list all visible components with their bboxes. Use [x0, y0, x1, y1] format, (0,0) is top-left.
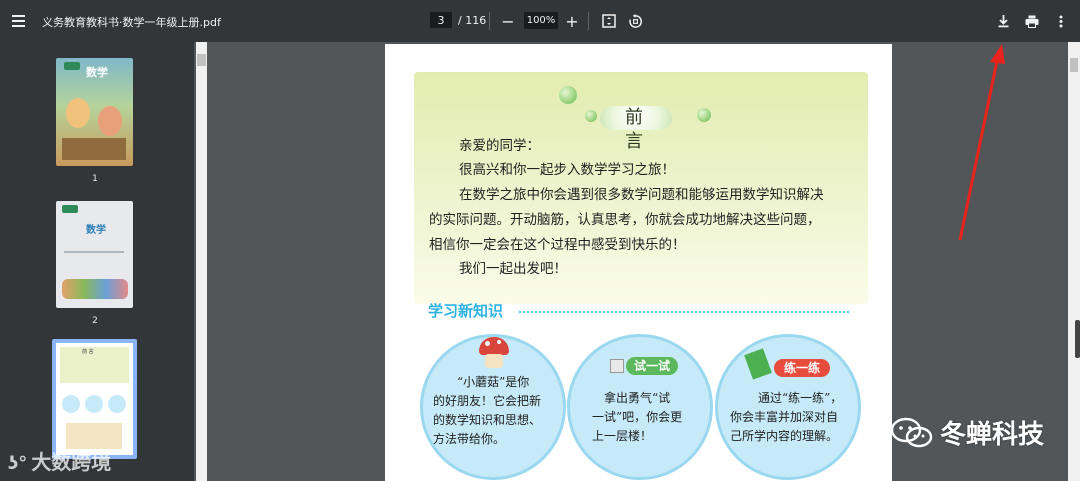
mushroom-icon: [479, 337, 509, 355]
decorative-ball-icon: [697, 108, 711, 122]
preface-line: 很高兴和你一起步入数学学习之旅！: [459, 162, 675, 178]
thumb-preface-title: 前 言: [82, 349, 94, 355]
cover-title: 数学: [86, 225, 106, 236]
thumb-circle: [85, 395, 103, 413]
mushroom-face-icon: [485, 354, 503, 368]
print-icon[interactable]: [1023, 12, 1041, 30]
zoom-in-button[interactable]: +: [563, 12, 581, 31]
publisher-logo-icon: [62, 205, 78, 213]
circle-line: “小蘑菇”是你: [457, 375, 530, 389]
toolbar-divider: [489, 12, 490, 30]
circle-line: 的好朋友！它会把新: [433, 394, 542, 408]
thumbnail-page-3-selected[interactable]: 前 言: [52, 339, 137, 459]
circle-line: 上一层楼！: [592, 429, 653, 443]
zoom-input[interactable]: [524, 12, 558, 29]
thumb-circle: [62, 395, 80, 413]
annotation-arrow-icon: [958, 44, 1005, 241]
circle-line: 一试”吧，你会更: [592, 410, 683, 424]
child-illustration-icon: [98, 106, 122, 136]
watermark-left-text: 大数跨境: [31, 450, 112, 474]
download-icon[interactable]: [994, 12, 1012, 30]
publisher-logo-icon: [64, 62, 80, 70]
thumb-circle: [108, 395, 126, 413]
toolbar-divider: [588, 12, 589, 30]
zoom-out-button[interactable]: −: [499, 12, 517, 31]
sidebar-scrollbar[interactable]: [196, 42, 207, 481]
preface-line: 相信你一定会在这个过程中感受到快乐的！: [429, 237, 686, 253]
cover-title: 数学: [86, 66, 108, 79]
preface-line: 我们一起出发吧！: [459, 261, 567, 277]
rotate-icon[interactable]: [626, 12, 644, 30]
menu-icon[interactable]: [10, 11, 28, 31]
page-number-input[interactable]: [430, 12, 452, 28]
circle-line: 己所学内容的理解。: [730, 429, 839, 443]
decorative-ball-icon: [585, 110, 597, 122]
watermark-logo-icon: ʖ°: [8, 453, 28, 474]
dotted-divider: [519, 311, 849, 313]
more-vert-icon[interactable]: [1052, 12, 1070, 30]
watermark-right-text: 冬蝉科技: [940, 420, 1045, 450]
sidebar-scrollbar-thumb[interactable]: [197, 54, 206, 66]
chalkboard-icon: [744, 348, 772, 380]
total-pages: / 116: [458, 13, 487, 27]
circle-line: 通过“练一练”，: [758, 391, 843, 405]
pdf-toolbar: 义务教育教科书·数学一年级上册.pdf / 116 − +: [0, 0, 1080, 42]
main-scrollbar-thumb[interactable]: [1070, 58, 1078, 72]
main-scrollbar[interactable]: [1068, 42, 1080, 481]
children-illustration-icon: [62, 279, 128, 299]
thumbnail-page-1[interactable]: 数学: [56, 58, 133, 166]
preface-line: 的实际问题。开动脑筋，认真思考，你就会成功地解决这些问题，: [429, 212, 821, 228]
decorative-ball-icon: [559, 86, 577, 104]
child-illustration-icon: [66, 98, 90, 128]
watermark-left: ʖ° 大数跨境: [8, 446, 111, 475]
divider-line: [64, 251, 124, 253]
watermark-right: 冬蝉科技: [890, 414, 1044, 451]
preface-line: 亲爱的同学：: [459, 138, 540, 154]
fit-page-icon[interactable]: [600, 12, 618, 30]
wechat-icon: [890, 417, 933, 447]
thumbnail-sidebar: 数学 1 数学 2 前 言: [0, 42, 194, 481]
pdf-page: 前 言 亲爱的同学： 很高兴和你一起步入数学学习之旅！ 在数学之旅中你会遇到很多…: [385, 44, 892, 481]
scroll-position-indicator[interactable]: [1075, 320, 1080, 358]
intro-circle-try: 试一试 拿出勇气“试 一试”吧，你会更 上一层楼！: [567, 334, 713, 480]
circle-line: 的数学知识和思想、: [433, 413, 542, 427]
circle-line: 你会丰富并加深对自: [730, 410, 839, 424]
thumbnail-page-2[interactable]: 数学: [56, 201, 133, 308]
page-navigation: / 116: [430, 12, 486, 28]
thumb-header-block: [60, 347, 129, 383]
preface-line: 在数学之旅中你会遇到很多数学问题和能够运用数学知识解决: [459, 187, 824, 203]
thumbnail-label: 1: [92, 174, 98, 184]
thumbnail-label: 2: [92, 316, 98, 326]
circle-line: 方法带给你。: [433, 432, 506, 446]
intro-circle-mushroom: “小蘑菇”是你 的好朋友！它会把新 的数学知识和思想、 方法带给你。: [420, 334, 566, 480]
intro-circle-practice: 练一练 通过“练一练”， 你会丰富并加深对自 己所学内容的理解。: [715, 334, 861, 480]
pencil-paper-icon: [610, 359, 624, 373]
document-title: 义务教育教科书·数学一年级上册.pdf: [42, 16, 221, 29]
practice-badge: 练一练: [774, 359, 830, 377]
circle-line: 拿出勇气“试: [604, 391, 671, 405]
try-badge: 试一试: [626, 357, 678, 375]
section-title: 学习新知识: [428, 302, 504, 320]
preface-title: 前 言: [600, 106, 672, 152]
desk-illustration-icon: [62, 138, 126, 160]
